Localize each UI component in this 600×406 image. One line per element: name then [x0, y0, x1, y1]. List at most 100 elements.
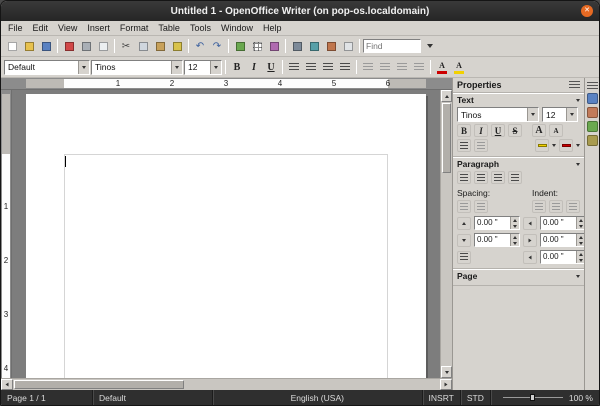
new-document-icon[interactable] [4, 38, 20, 54]
sidebar-menu-icon[interactable] [569, 81, 580, 89]
indent-after-field[interactable]: 0.00 " [540, 233, 584, 247]
chevron-down-icon[interactable] [78, 60, 89, 74]
zoom-slider[interactable] [502, 394, 563, 401]
undo-icon[interactable]: ↶ [192, 38, 208, 54]
paragraph-style-combo[interactable]: Default [4, 59, 90, 75]
document-page[interactable] [26, 94, 426, 378]
spacing-above-field[interactable]: 0.00 " [474, 216, 520, 230]
print-icon[interactable] [78, 38, 94, 54]
spin-down-icon[interactable] [576, 223, 584, 229]
page-count[interactable]: Page 1 / 1 [1, 390, 93, 405]
highlight-color-dropdown-icon[interactable] [552, 144, 556, 147]
align-center-icon[interactable] [474, 171, 488, 184]
shrink-font-icon[interactable]: A [549, 124, 563, 137]
decrease-indent-icon[interactable] [394, 59, 410, 75]
align-left-icon[interactable] [286, 59, 302, 75]
increase-indent-icon[interactable] [411, 59, 427, 75]
spacing-below-field[interactable]: 0.00 " [474, 233, 520, 247]
find-next-icon[interactable] [422, 38, 438, 54]
spin-down-icon[interactable] [576, 257, 584, 263]
sidebar-font-size-combo[interactable]: 12 [542, 107, 578, 122]
numbering-icon[interactable] [360, 59, 376, 75]
increase-spacing-icon[interactable] [457, 200, 471, 213]
align-right-icon[interactable] [491, 171, 505, 184]
highlight-color-icon[interactable] [535, 139, 549, 152]
draw-functions-icon[interactable] [266, 38, 282, 54]
bullets-icon[interactable] [377, 59, 393, 75]
align-justify-icon[interactable] [508, 171, 522, 184]
export-pdf-icon[interactable] [61, 38, 77, 54]
horizontal-ruler[interactable]: 1 2 3 4 5 6 [1, 78, 452, 90]
align-left-icon[interactable] [457, 171, 471, 184]
character-shadow-icon[interactable] [474, 139, 488, 152]
menu-insert[interactable]: Insert [82, 22, 115, 34]
strikethrough-icon[interactable]: S [508, 124, 522, 137]
decrease-spacing-icon[interactable] [474, 200, 488, 213]
find-replace-icon[interactable] [289, 38, 305, 54]
align-right-icon[interactable] [320, 59, 336, 75]
chevron-down-icon[interactable] [566, 108, 577, 121]
sidebar-font-name-combo[interactable]: Tinos [457, 107, 539, 122]
menu-format[interactable]: Format [115, 22, 154, 34]
italic-icon[interactable]: I [474, 124, 488, 137]
insert-mode[interactable]: INSRT [423, 390, 461, 405]
align-justify-icon[interactable] [337, 59, 353, 75]
horizontal-scrollbar[interactable] [1, 378, 452, 390]
section-options-icon[interactable] [576, 162, 580, 166]
menu-file[interactable]: File [3, 22, 28, 34]
open-icon[interactable] [21, 38, 37, 54]
menu-help[interactable]: Help [258, 22, 287, 34]
menu-table[interactable]: Table [153, 22, 185, 34]
switch-indent-icon[interactable] [566, 200, 580, 213]
menu-tools[interactable]: Tools [185, 22, 216, 34]
redo-icon[interactable]: ↷ [209, 38, 225, 54]
cut-icon[interactable]: ✂ [118, 38, 134, 54]
section-options-icon[interactable] [576, 274, 580, 278]
line-spacing-icon[interactable] [457, 250, 471, 264]
chevron-down-icon[interactable] [210, 60, 221, 74]
menu-edit[interactable]: Edit [28, 22, 54, 34]
styles-tab-icon[interactable] [586, 107, 598, 118]
indent-before-field[interactable]: 0.00 " [540, 216, 584, 230]
highlighting-icon[interactable]: A [451, 59, 467, 75]
vertical-ruler[interactable]: 1 2 3 4 [1, 90, 12, 378]
align-center-icon[interactable] [303, 59, 319, 75]
scroll-right-icon[interactable] [440, 379, 452, 390]
section-options-icon[interactable] [576, 98, 580, 102]
insert-table-icon[interactable] [249, 38, 265, 54]
language-status[interactable]: English (USA) [213, 390, 423, 405]
selection-mode[interactable]: STD [461, 390, 491, 405]
titlebar[interactable]: Untitled 1 - OpenOffice Writer (on pop-o… [1, 1, 599, 21]
properties-tab-icon[interactable] [586, 93, 598, 104]
font-size-combo[interactable]: 12 [184, 59, 222, 75]
gallery-tab-icon[interactable] [586, 121, 598, 132]
italic-icon[interactable]: I [246, 59, 262, 75]
underline-icon[interactable]: U [491, 124, 505, 137]
scroll-up-icon[interactable] [441, 90, 452, 102]
menu-window[interactable]: Window [216, 22, 258, 34]
scroll-track[interactable] [441, 174, 452, 366]
character-spacing-icon[interactable] [457, 139, 471, 152]
spin-down-icon[interactable] [510, 240, 519, 246]
copy-icon[interactable] [135, 38, 151, 54]
chevron-down-icon[interactable] [171, 60, 182, 74]
scroll-left-icon[interactable] [1, 379, 13, 390]
indent-first-line-field[interactable]: 0.00 " [540, 250, 584, 264]
zoom-icon[interactable] [340, 38, 356, 54]
navigator-tab-icon[interactable] [586, 135, 598, 146]
format-paintbrush-icon[interactable] [169, 38, 185, 54]
sidebar-settings-icon[interactable] [586, 82, 598, 90]
navigator-icon[interactable] [306, 38, 322, 54]
save-icon[interactable] [38, 38, 54, 54]
underline-icon[interactable]: U [263, 59, 279, 75]
menu-view[interactable]: View [53, 22, 82, 34]
chevron-down-icon[interactable] [527, 108, 538, 121]
bold-icon[interactable]: B [229, 59, 245, 75]
spin-down-icon[interactable] [510, 223, 519, 229]
increase-indent-icon[interactable] [532, 200, 546, 213]
scroll-track[interactable] [185, 379, 440, 390]
vertical-scrollbar[interactable] [440, 90, 452, 378]
font-color-dropdown-icon[interactable] [576, 144, 580, 147]
paste-icon[interactable] [152, 38, 168, 54]
grow-font-icon[interactable]: A [532, 124, 546, 137]
